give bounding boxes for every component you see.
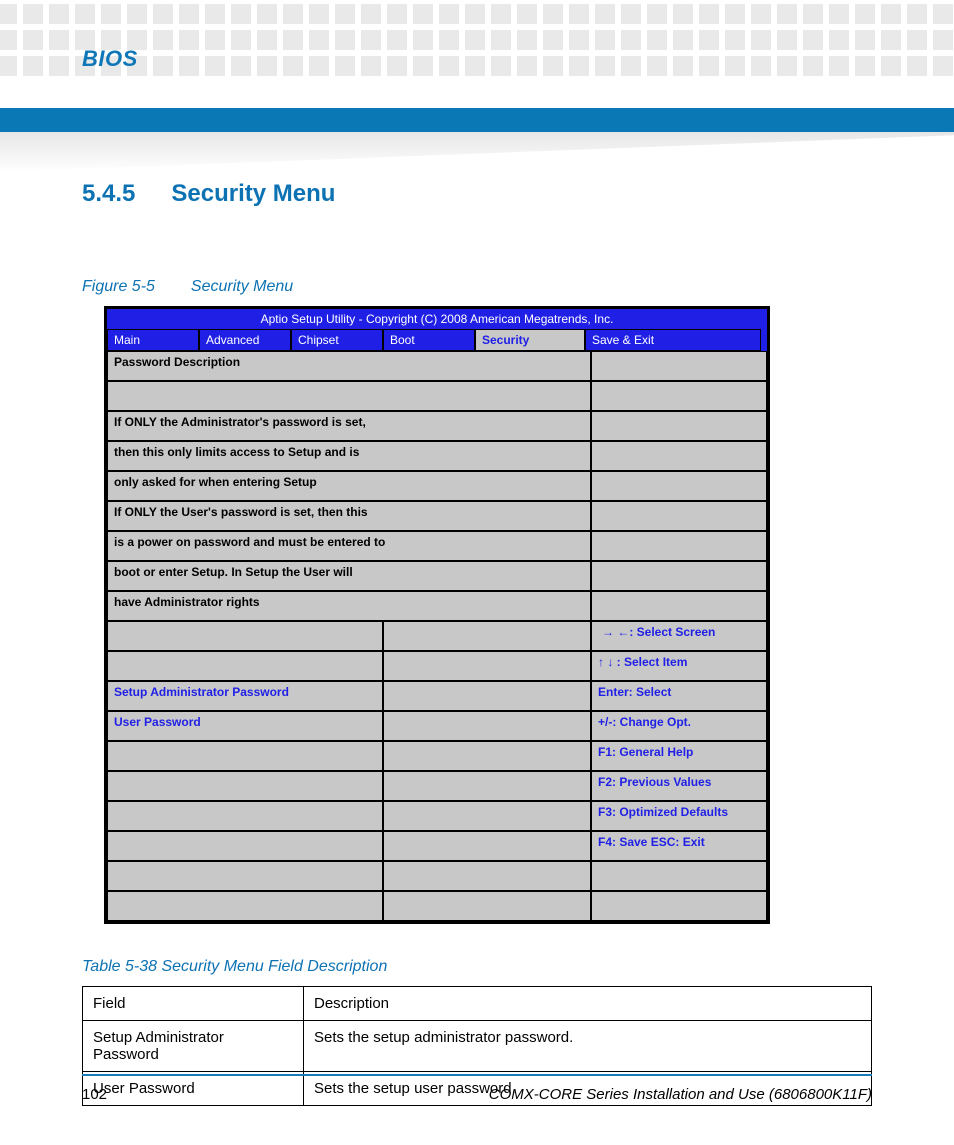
bios-empty-cell xyxy=(383,891,591,921)
page-number: 102 xyxy=(82,1086,107,1103)
bios-body: Password Description If ONLY the Adminis… xyxy=(107,351,767,921)
bios-empty-cell xyxy=(383,771,591,801)
bios-empty-cell xyxy=(107,651,383,681)
table-caption: Table 5-38 Security Menu Field Descripti… xyxy=(82,958,872,976)
page-footer: 102 COMX-CORE Series Installation and Us… xyxy=(82,1074,872,1103)
bios-empty-cell xyxy=(591,471,767,501)
bios-text-row: only asked for when entering Setup xyxy=(107,471,591,501)
chapter-title: BIOS xyxy=(82,46,138,72)
figure-label: Figure 5-5 xyxy=(82,278,155,295)
bios-tab-save-exit[interactable]: Save & Exit xyxy=(585,329,761,351)
bios-text-row: If ONLY the Administrator's password is … xyxy=(107,411,591,441)
bios-text-row: If ONLY the User's password is set, then… xyxy=(107,501,591,531)
bios-empty-cell xyxy=(107,621,383,651)
bios-tab-main[interactable]: Main xyxy=(107,329,199,351)
bios-text-row: have Administrator rights xyxy=(107,591,591,621)
bios-empty-cell xyxy=(383,651,591,681)
bios-empty-cell xyxy=(591,351,767,381)
bios-option-admin-password[interactable]: Setup Administrator Password xyxy=(107,681,383,711)
bios-empty-cell xyxy=(591,561,767,591)
bios-empty-cell xyxy=(591,531,767,561)
bios-text-row: boot or enter Setup. In Setup the User w… xyxy=(107,561,591,591)
bios-empty-cell xyxy=(383,831,591,861)
bios-help-row: F2: Previous Values xyxy=(591,771,767,801)
table-header-row: Field Description xyxy=(83,987,872,1021)
bios-empty-cell xyxy=(107,741,383,771)
bios-empty-cell xyxy=(383,801,591,831)
bios-tab-bar: Main Advanced Chipset Boot Security Save… xyxy=(107,329,767,351)
bios-text-row: then this only limits access to Setup an… xyxy=(107,441,591,471)
figure-title: Security Menu xyxy=(191,278,293,295)
table-cell-desc: Sets the setup administrator password. xyxy=(304,1021,872,1072)
bios-empty-cell xyxy=(591,501,767,531)
bios-empty-cell xyxy=(591,861,767,891)
header-pattern xyxy=(0,0,954,96)
bios-empty-cell xyxy=(591,891,767,921)
bios-empty-cell xyxy=(591,441,767,471)
bios-text-row: is a power on password and must be enter… xyxy=(107,531,591,561)
section-heading: 5.4.5 Security Menu xyxy=(82,180,872,208)
bios-title-bar: Aptio Setup Utility - Copyright (C) 2008… xyxy=(107,309,767,329)
bios-help-row: F1: General Help xyxy=(591,741,767,771)
table-row: Setup Administrator Password Sets the se… xyxy=(83,1021,872,1072)
figure-caption: Figure 5-5 Security Menu xyxy=(82,278,872,296)
bios-option-user-password[interactable]: User Password xyxy=(107,711,383,741)
bios-help-row: ↑ ↓ : Select Item xyxy=(591,651,767,681)
bios-tab-boot[interactable]: Boot xyxy=(383,329,475,351)
section-title: Security Menu xyxy=(171,180,335,208)
table-cell-field: Setup Administrator Password xyxy=(83,1021,304,1072)
bios-text-row: Password Description xyxy=(107,351,591,381)
bios-empty-cell xyxy=(107,891,383,921)
bios-empty-cell xyxy=(383,861,591,891)
bios-empty-cell xyxy=(383,681,591,711)
bios-empty-cell xyxy=(107,861,383,891)
bios-text-row xyxy=(107,381,591,411)
bios-empty-cell xyxy=(591,411,767,441)
bios-empty-cell xyxy=(383,741,591,771)
table-header-field: Field xyxy=(83,987,304,1021)
bios-empty-cell xyxy=(591,381,767,411)
bios-tab-chipset[interactable]: Chipset xyxy=(291,329,383,351)
bios-help-row: +/-: Change Opt. xyxy=(591,711,767,741)
bios-help-row: F4: Save ESC: Exit xyxy=(591,831,767,861)
table-header-desc: Description xyxy=(304,987,872,1021)
bios-empty-cell xyxy=(591,591,767,621)
bios-help-row: Enter: Select xyxy=(591,681,767,711)
section-number: 5.4.5 xyxy=(82,180,135,208)
header-accent-bar xyxy=(0,108,954,132)
bios-tab-security[interactable]: Security xyxy=(475,329,585,351)
footer-doc-title: COMX-CORE Series Installation and Use (6… xyxy=(489,1086,872,1103)
header-wedge xyxy=(0,132,954,172)
page-content: 5.4.5 Security Menu Figure 5-5 Security M… xyxy=(82,180,872,1055)
bios-empty-cell xyxy=(107,771,383,801)
bios-empty-cell xyxy=(107,801,383,831)
bios-empty-cell xyxy=(383,621,591,651)
bios-empty-cell xyxy=(107,831,383,861)
bios-tab-advanced[interactable]: Advanced xyxy=(199,329,291,351)
bios-help-text: → ←: Select Screen xyxy=(602,625,715,639)
bios-help-row: → ←: Select Screen xyxy=(591,621,767,651)
bios-empty-cell xyxy=(383,711,591,741)
bios-help-row: F3: Optimized Defaults xyxy=(591,801,767,831)
bios-screenshot: Aptio Setup Utility - Copyright (C) 2008… xyxy=(104,306,770,924)
